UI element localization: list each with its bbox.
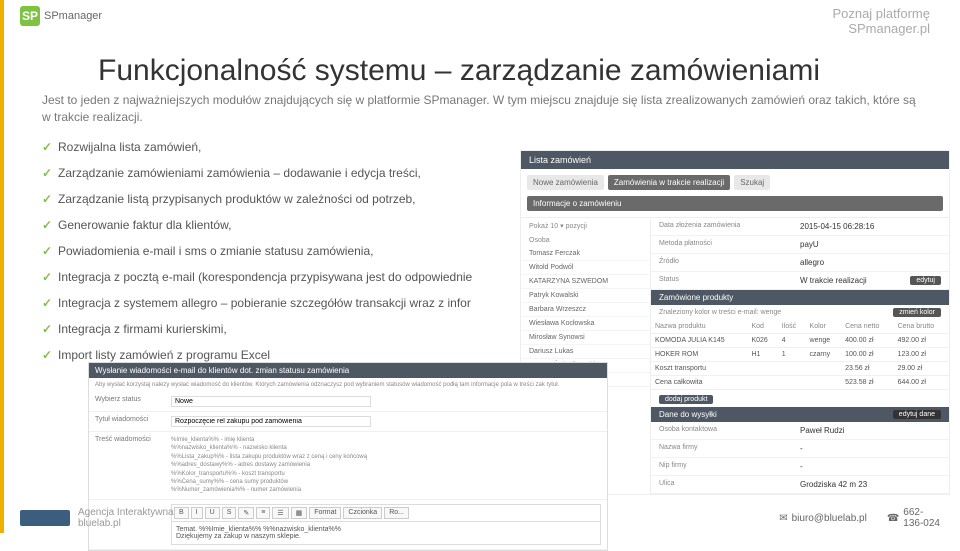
mail-icon: ✉ xyxy=(779,513,787,524)
products-section-header: Zamówione produkty xyxy=(651,290,949,305)
shipping-section-header: Dane do wysyłki xyxy=(659,410,717,419)
phone-icon: ☎ xyxy=(887,513,899,524)
list-item[interactable]: KATARZYNA SZWEDOM xyxy=(521,275,650,289)
status-select-label: Wybierz status xyxy=(95,396,165,403)
feature-item: Powiadomienia e-mail i sms o zmianie sta… xyxy=(42,244,472,258)
title-input[interactable] xyxy=(171,416,371,427)
feature-item: Zarządzanie zamówieniami zamówienia – do… xyxy=(42,166,472,180)
title-label: Tytuł wiadomości xyxy=(95,416,165,423)
change-color-button[interactable]: zmień kolor xyxy=(893,308,941,317)
tagline-2: SPmanager.pl xyxy=(832,21,930,36)
tab-inprogress[interactable]: Zamówienia w trakcie realizacji xyxy=(608,175,730,190)
feature-list: Rozwijalna lista zamówień, Zarządzanie z… xyxy=(42,140,472,374)
list-item[interactable]: Dariusz Lukas xyxy=(521,345,650,359)
feature-item: Import listy zamówień z programu Excel xyxy=(42,348,472,362)
footer-email: biuro@bluelab.pl xyxy=(792,513,867,524)
orders-panel-header: Lista zamówień xyxy=(521,151,949,169)
body-text[interactable]: Dziękujemy za zakup w naszym sklepie. xyxy=(176,533,301,540)
feature-item: Zarządzanie listą przypisanych produktów… xyxy=(42,192,472,206)
footer-logo xyxy=(20,510,70,526)
col-code: Kod xyxy=(747,320,777,334)
edit-button[interactable]: edytuj xyxy=(910,276,941,285)
logo-text: SPmanager xyxy=(44,10,102,22)
pay-value: payU xyxy=(800,240,941,249)
message-intro: Aby wysłać korzystaj należy wysłać wiado… xyxy=(89,378,607,392)
tab-new-orders[interactable]: Nowe zamówienia xyxy=(527,175,604,190)
list-item[interactable]: Barbara Wrzeszcz xyxy=(521,303,650,317)
feature-item: Integracja z firmami kurierskimi, xyxy=(42,322,472,336)
variables-help: %Imie_klienta%% - imię klienta %%nazwisk… xyxy=(171,436,601,495)
tab-search[interactable]: Szukaj xyxy=(734,175,770,190)
table-row: KOMODA JULIA K145 K026 4 wenge 400.00 zł… xyxy=(651,334,949,348)
products-table: Nazwa produktu Kod Ilość Kolor Cena nett… xyxy=(651,320,949,390)
date-label: Data złożenia zamówienia xyxy=(659,222,800,229)
col-color: Kolor xyxy=(806,320,842,334)
feature-item: Integracja z pocztą e-mail (korespondenc… xyxy=(42,270,472,284)
col-net: Cena netto xyxy=(841,320,893,334)
footer: Agencja Interaktywna bluelab.pl ✉ biuro@… xyxy=(0,503,960,533)
footer-site: bluelab.pl xyxy=(78,518,174,529)
pay-label: Metoda płatności xyxy=(659,240,800,249)
add-product-button[interactable]: dodaj produkt xyxy=(659,395,713,404)
edit-shipping-button[interactable]: edytuj dane xyxy=(893,410,941,419)
src-value: allegro xyxy=(800,258,941,267)
footer-agency: Agencja Interaktywna xyxy=(78,507,174,518)
table-row: HOKER ROM H1 1 czarny 100.00 zł 123.00 z… xyxy=(651,348,949,362)
header-tagline: Poznaj platformę SPmanager.pl xyxy=(832,6,930,36)
tagline-1: Poznaj platformę xyxy=(832,6,930,21)
pager-show[interactable]: Pokaż 10 ▾ pozycji xyxy=(521,218,650,234)
tab-order-info[interactable]: Informacje o zamówieniu xyxy=(527,196,943,211)
feature-item: Generowanie faktur dla klientów, xyxy=(42,218,472,232)
status-select[interactable] xyxy=(171,396,371,407)
list-item[interactable]: Tomasz Ferczak xyxy=(521,247,650,261)
src-label: Źródło xyxy=(659,258,800,267)
message-panel-header: Wysłanie wiadomości e-mail do klientów d… xyxy=(89,363,607,378)
list-item[interactable]: Wiesława Kocłowska xyxy=(521,317,650,331)
col-gross: Cena brutto xyxy=(894,320,949,334)
list-item[interactable]: Witold Podwól xyxy=(521,261,650,275)
logo-area: SP SPmanager xyxy=(20,6,102,26)
logo-icon: SP xyxy=(20,6,40,26)
list-item[interactable]: Patryk Kowalski xyxy=(521,289,650,303)
color-note: Znaleziony kolor w treści e-mail: wenge xyxy=(659,309,781,316)
status-label: Status xyxy=(659,276,800,285)
feature-item: Rozwijalna lista zamówień, xyxy=(42,140,472,154)
page-subtitle: Jest to jeden z najważniejszych modułów … xyxy=(42,92,918,126)
footer-phone: 662- xyxy=(903,507,940,518)
transport-row: Koszt transportu 23.56 zł 29.00 zł xyxy=(651,362,949,376)
customer-label: Osoba xyxy=(521,234,650,247)
list-item[interactable]: Mirosław Synowsi xyxy=(521,331,650,345)
col-name: Nazwa produktu xyxy=(651,320,747,334)
status-value: W trakcie realizacji xyxy=(800,276,867,285)
body-label: Treść wiadomości xyxy=(95,436,165,443)
footer-phone2: 136-024 xyxy=(903,518,940,529)
col-qty: Ilość xyxy=(778,320,806,334)
page-title: Funkcjonalność systemu – zarządzanie zam… xyxy=(98,54,820,88)
feature-item: Integracja z systemem allegro – pobieran… xyxy=(42,296,472,310)
total-row: Cena całkowita 523.58 zł 644.00 zł xyxy=(651,376,949,390)
date-value: 2015-04-15 06:28:16 xyxy=(800,222,941,231)
